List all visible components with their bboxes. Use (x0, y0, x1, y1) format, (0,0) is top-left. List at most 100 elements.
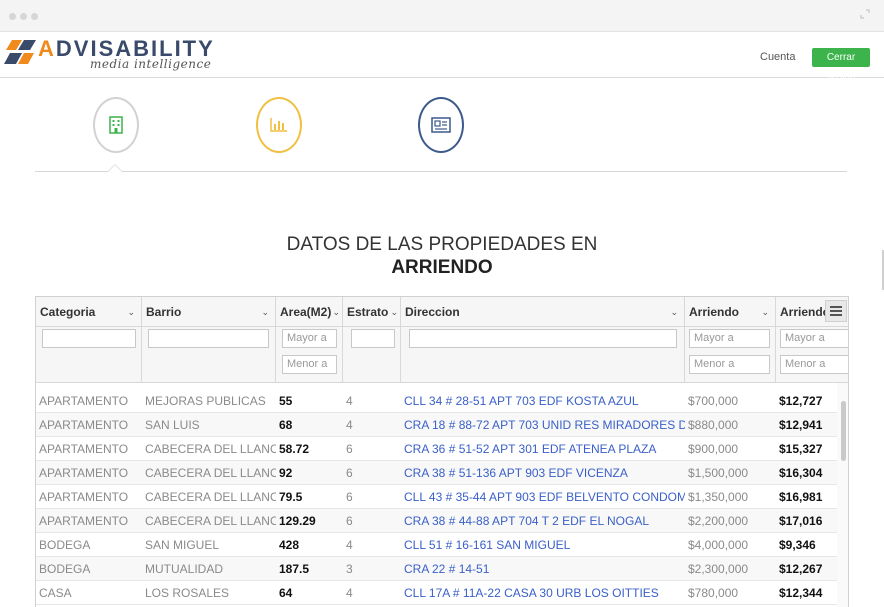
app-header: ADVISABILITY media intelligence Cuenta C… (0, 32, 884, 82)
scrollbar-thumb[interactable] (841, 401, 846, 461)
cell-barrio: SAN MIGUEL (145, 538, 220, 552)
cell-estrato: 6 (346, 466, 353, 480)
cell-estrato: 4 (346, 418, 353, 432)
cell-direccion[interactable]: CLL 51 # 16-161 SAN MIGUEL (401, 533, 685, 557)
direccion-filter-input[interactable] (409, 329, 677, 348)
window-titlebar (0, 0, 884, 32)
cell-area: 64 (279, 586, 293, 600)
tab-statistics[interactable] (256, 97, 302, 153)
cell-area: 79.5 (279, 490, 303, 504)
bar-chart-icon (270, 118, 287, 132)
cell-arriendo: $4,000,000 (688, 538, 749, 552)
table-row[interactable]: BODEGA MUTUALIDAD 187.5 3 CRA 22 # 14-51 $2,3… (36, 557, 848, 581)
cell-categoria: CASA (39, 586, 72, 600)
chevron-down-icon[interactable]: ⌄ (390, 297, 398, 327)
table-row[interactable]: BODEGA SAN MIGUEL 428 4 CLL 51 # 16-161 SAN … (36, 533, 848, 557)
cell-arriendo: $700,000 (688, 394, 739, 408)
table-row[interactable]: APARTAMENTO MEJORAS PUBLICAS 55 4 CLL 34 # 2… (36, 389, 848, 413)
area-min-input[interactable]: Mayor a (282, 329, 337, 348)
price-max-input[interactable]: Menor a (689, 355, 770, 374)
categoria-filter-input[interactable] (42, 329, 136, 348)
cell-categoria: BODEGA (39, 562, 91, 576)
column-header-area[interactable]: Area(M2) ⌄ (276, 297, 343, 327)
cell-direccion[interactable]: CLL 43 # 35-44 APT 903 EDF BELVENTO COND… (401, 485, 685, 509)
cell-estrato: 6 (346, 442, 353, 456)
cell-arriendo: $780,000 (688, 586, 739, 600)
table-row[interactable]: APARTAMENTO CABECERA DEL LLANO 92 6 CRA 38 #… (36, 461, 848, 485)
filter-cell (401, 327, 685, 383)
cell-arriendo: $1,500,000 (688, 466, 749, 480)
column-header-direccion[interactable]: Direccion ⌄ (401, 297, 685, 327)
cell-categoria: BODEGA (39, 538, 91, 552)
filter-cell (36, 327, 142, 383)
m2-min-input[interactable]: Mayor a (780, 329, 848, 348)
cell-direccion[interactable]: CLL 17A # 11A-22 CASA 30 URB LOS OITTIES (401, 581, 685, 605)
table-row[interactable]: APARTAMENTO CABECERA DEL LLANO 129.29 6 CRA … (36, 509, 848, 533)
column-header-arriendo[interactable]: Arriendo ⌄ (685, 297, 776, 327)
column-header-estrato[interactable]: Estrato ⌄ (343, 297, 401, 327)
table-row[interactable]: APARTAMENTO CABECERA DEL LLANO 58.72 6 CRA 3… (36, 437, 848, 461)
column-header-label: Area(M2) (280, 305, 332, 319)
m2-max-input[interactable]: Menor a (780, 355, 848, 374)
cell-barrio: CABECERA DEL LLANO (145, 514, 276, 528)
cell-direccion[interactable]: CRA 18 # 88-72 APT 703 UNID RES MIRADORE… (401, 413, 685, 437)
window-zoom-dot[interactable] (31, 13, 38, 20)
column-menu-icon[interactable] (825, 300, 847, 322)
account-link[interactable]: Cuenta (760, 51, 795, 63)
chevron-down-icon[interactable]: ⌄ (127, 297, 135, 327)
window-minimize-dot[interactable] (20, 13, 27, 20)
chevron-down-icon[interactable]: ⌄ (332, 297, 340, 327)
cell-categoria: APARTAMENTO (39, 394, 129, 408)
cell-area: 68 (279, 418, 293, 432)
column-header-barrio[interactable]: Barrio ⌄ (142, 297, 276, 327)
estrato-filter-input[interactable] (351, 329, 395, 348)
cell-area: 428 (279, 538, 300, 552)
cell-categoria: APARTAMENTO (39, 514, 129, 528)
active-tab-pointer (107, 164, 123, 172)
tab-divider (35, 171, 847, 172)
logout-button[interactable]: Cerrar sesión (812, 48, 870, 82)
cell-arriendo: $900,000 (688, 442, 739, 456)
cell-estrato: 3 (346, 562, 353, 576)
cell-area: 187.5 (279, 562, 310, 576)
page-subtitle: ARRIENDO (391, 257, 493, 278)
cell-estrato: 4 (346, 538, 353, 552)
filter-cell: Mayor a Menor a (685, 327, 776, 383)
table-row[interactable]: APARTAMENTO SAN LUIS 68 4 CRA 18 # 88-72 APT… (36, 413, 848, 437)
area-max-input[interactable]: Menor a (282, 355, 337, 374)
cell-arriendo: $880,000 (688, 418, 739, 432)
cell-direccion[interactable]: CRA 22 # 14-51 (401, 557, 685, 581)
tab-news[interactable] (418, 97, 464, 153)
grid-scrollbar[interactable] (837, 383, 848, 607)
cell-direccion[interactable]: CRA 36 # 51-52 APT 301 EDF ATENEA PLAZA (401, 437, 685, 461)
chevron-down-icon[interactable]: ⌄ (761, 297, 769, 327)
cell-direccion[interactable]: CRA 38 # 51-136 APT 903 EDF VICENZA (401, 461, 685, 485)
cell-barrio: LOS ROSALES (145, 586, 230, 600)
price-min-input[interactable]: Mayor a (689, 329, 770, 348)
newspaper-icon (431, 117, 451, 133)
column-header-categoria[interactable]: Categoria ⌄ (36, 297, 142, 327)
cell-categoria: APARTAMENTO (39, 490, 129, 504)
table-row[interactable]: CASA LOS ROSALES 64 4 CLL 17A # 11A-22 CASA … (36, 581, 848, 605)
filter-cell: Mayor a Menor a (276, 327, 343, 383)
fullscreen-icon[interactable] (860, 9, 870, 19)
cell-area: 92 (279, 466, 293, 480)
cell-categoria: APARTAMENTO (39, 418, 129, 432)
cell-categoria: APARTAMENTO (39, 442, 129, 456)
cell-estrato: 6 (346, 514, 353, 528)
window-close-dot[interactable] (9, 13, 16, 20)
table-row[interactable]: APARTAMENTO CABECERA DEL LLANO 79.5 6 CLL 43… (36, 485, 848, 509)
column-header-label: Estrato (347, 305, 389, 319)
cell-direccion[interactable]: CLL 34 # 28-51 APT 703 EDF KOSTA AZUL (401, 389, 685, 413)
cell-barrio: SAN LUIS (145, 418, 200, 432)
page-title: DATOS DE LAS PROPIEDADES EN (286, 234, 598, 255)
barrio-filter-input[interactable] (148, 329, 269, 348)
cell-barrio: CABECERA DEL LLANO (145, 466, 276, 480)
chevron-down-icon[interactable]: ⌄ (670, 297, 678, 327)
tab-buildings[interactable] (93, 97, 139, 153)
cell-direccion[interactable]: CRA 38 # 44-88 APT 704 T 2 EDF EL NOGAL (401, 509, 685, 533)
cell-barrio: CABECERA DEL LLANO (145, 490, 276, 504)
chevron-down-icon[interactable]: ⌄ (261, 297, 269, 327)
brand-first-letter: A (38, 36, 56, 61)
column-header-label: Categoria (40, 305, 96, 319)
